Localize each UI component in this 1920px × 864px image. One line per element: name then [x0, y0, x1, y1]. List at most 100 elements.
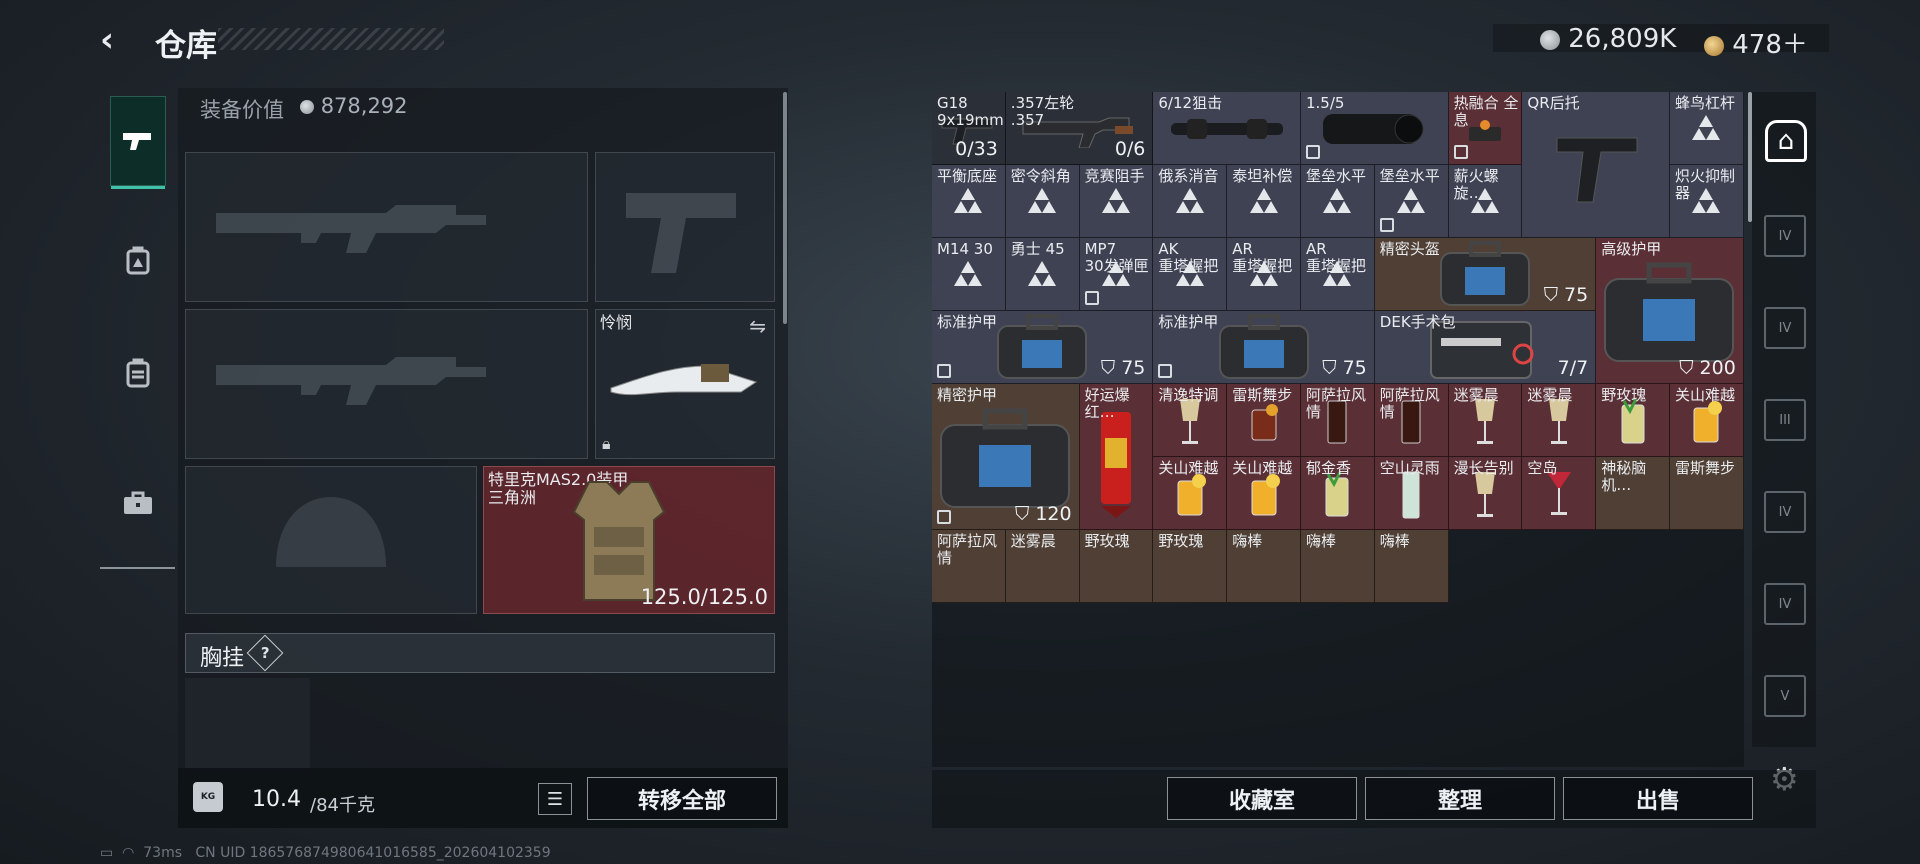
inventory-item[interactable]: 炽火抑制器 — [1670, 165, 1744, 238]
list-view-icon[interactable]: ☰ — [538, 783, 572, 815]
inventory-item[interactable]: 空山灵雨 — [1374, 457, 1449, 530]
item-name: .357左轮 .357 — [1010, 94, 1075, 129]
warehouse-grid[interactable]: G18 9x19mm 0/33 .357左轮 .357 0/6 6/12狙击 1.5/5 热… — [932, 92, 1744, 767]
inventory-item[interactable]: 关山难越 — [1670, 384, 1744, 457]
inventory-item[interactable]: DEK手术包 7/7 — [1374, 311, 1597, 384]
currency-silver[interactable]: 26,809K — [1540, 24, 1676, 54]
inventory-item[interactable]: 勇士 45 — [1005, 238, 1080, 311]
inventory-item[interactable]: 密令斜角 — [1005, 165, 1080, 238]
inventory-item[interactable]: 嗨棒 — [1301, 530, 1375, 603]
silver-coin-icon — [300, 100, 314, 114]
inventory-item[interactable]: 迷雾晨 — [1448, 384, 1523, 457]
no-insure-icon — [937, 364, 951, 378]
transfer-all-button[interactable]: 转移全部 — [587, 777, 777, 820]
inventory-item[interactable]: AR 重塔握把 — [1301, 238, 1375, 311]
inventory-item[interactable]: MP7 30发弹匣 — [1079, 238, 1154, 311]
inventory-item[interactable]: G18 9x19mm 0/33 — [932, 92, 1006, 165]
inventory-item[interactable]: 野玫瑰 — [1153, 530, 1228, 603]
inventory-item[interactable]: AK 重塔握把 — [1153, 238, 1228, 311]
inventory-item[interactable]: 神秘脑机… — [1596, 457, 1670, 530]
inventory-item[interactable]: 热融合 全息 — [1448, 92, 1523, 165]
collection-room-button[interactable]: 收藏室 — [1167, 777, 1357, 820]
inventory-item[interactable]: 雷斯舞步 — [1227, 384, 1301, 457]
item-count: 7/7 — [1557, 357, 1589, 379]
inventory-item[interactable]: M14 30 — [932, 238, 1006, 311]
storage-tab-6-icon[interactable]: V — [1764, 675, 1806, 717]
equipment-scrollbar[interactable] — [783, 92, 787, 324]
back-arrow-icon[interactable]: ‹ — [100, 22, 140, 58]
inventory-item[interactable]: 堡垒水平 — [1374, 165, 1449, 238]
swap-icon[interactable]: ⇋ — [749, 314, 766, 338]
inventory-item[interactable]: 郁金香 — [1301, 457, 1375, 530]
inventory-item[interactable]: 精密护甲 ⛉ 120 — [932, 384, 1080, 530]
inventory-item[interactable]: 关山难越 — [1227, 457, 1301, 530]
inventory-item[interactable]: 平衡底座 — [932, 165, 1006, 238]
inventory-item[interactable]: 迷雾晨 — [1522, 384, 1597, 457]
inventory-item[interactable]: 蜂鸟杠杆 — [1670, 92, 1744, 165]
attachment-icon — [1099, 188, 1133, 216]
storage-tab-main-icon[interactable]: ⌂ — [1765, 120, 1807, 162]
silver-coin-icon — [1540, 29, 1560, 50]
inventory-item[interactable]: 阿萨拉风情 — [1301, 384, 1375, 457]
inventory-item[interactable]: 俄系消音 — [1153, 165, 1228, 238]
shield-icon: ⛉ — [1100, 357, 1122, 379]
inventory-item[interactable]: 空岛 — [1522, 457, 1597, 530]
primary-weapon-slot[interactable] — [185, 152, 588, 302]
inventory-item[interactable]: 阿萨拉风情 — [1374, 384, 1449, 457]
inventory-item[interactable]: 标准护甲 ⛉ 75 — [1153, 311, 1375, 384]
inventory-item[interactable]: 清逸特调 — [1153, 384, 1228, 457]
pistol-slot[interactable] — [595, 152, 775, 302]
inventory-item[interactable]: 漫长告别 — [1448, 457, 1523, 530]
storage-tab-1-icon[interactable]: IV — [1764, 215, 1806, 257]
sell-button[interactable]: 出售 — [1563, 777, 1753, 820]
storage-tab-4-icon[interactable]: IV — [1764, 491, 1806, 533]
wifi-icon: ◠ — [122, 845, 135, 861]
inventory-item[interactable]: 关山难越 — [1153, 457, 1228, 530]
inventory-item[interactable]: QR后托 — [1522, 92, 1670, 238]
inventory-item[interactable]: 迷雾晨 — [1005, 530, 1080, 603]
inventory-item[interactable]: 精密头盔 ⛉ 75 — [1374, 238, 1597, 311]
inventory-item[interactable]: 堡垒水平 — [1301, 165, 1375, 238]
storage-tab-2-icon[interactable]: IV — [1764, 307, 1806, 349]
inventory-item[interactable]: 1.5/5 — [1301, 92, 1449, 165]
item-name: 漫长告别 — [1453, 459, 1514, 477]
storage-tab-5-icon[interactable]: IV — [1764, 583, 1806, 625]
sort-button[interactable]: 整理 — [1365, 777, 1555, 820]
inventory-item[interactable]: 6/12狙击 — [1153, 92, 1301, 165]
inventory-item[interactable]: 嗨棒 — [1227, 530, 1301, 603]
melee-name: 怜悯 — [600, 313, 633, 332]
armor-rating: ⛉ 120 — [1015, 503, 1072, 525]
inventory-item[interactable]: 雷斯舞步 — [1670, 457, 1744, 530]
secondary-weapon-slot[interactable] — [185, 309, 588, 459]
briefcase-icon[interactable] — [110, 458, 166, 548]
inventory-item[interactable]: 竞赛阻手 — [1079, 165, 1154, 238]
currency-gold[interactable]: 478＋ — [1704, 24, 1808, 61]
storage-tab-3-icon[interactable]: III — [1764, 399, 1806, 441]
inventory-item[interactable]: .357左轮 .357 0/6 — [1005, 92, 1154, 165]
inventory-item[interactable]: 好运爆红… — [1079, 384, 1154, 530]
inventory-item[interactable]: 高级护甲 ⛉ 200 — [1596, 238, 1744, 384]
inventory-item[interactable]: AR 重塔握把 — [1227, 238, 1301, 311]
inventory-item[interactable]: 阿萨拉风情 — [932, 530, 1006, 603]
inventory-item[interactable]: 野玫瑰 — [1596, 384, 1670, 457]
armor-rating: ⛉ 75 — [1544, 284, 1588, 306]
inventory-item[interactable]: 野玫瑰 — [1079, 530, 1154, 603]
attachment-icon — [1394, 188, 1428, 216]
item-image — [1688, 398, 1724, 450]
chest-rig-slot[interactable] — [185, 678, 310, 774]
inventory-item[interactable]: 薪火螺旋… — [1448, 165, 1523, 238]
inventory-item[interactable]: 嗨棒 — [1374, 530, 1449, 603]
uid: CN UID 1865768749806410165​85_2026041023… — [195, 845, 551, 861]
inventory-item[interactable]: 泰坦补偿 — [1227, 165, 1301, 238]
item-name: 雷斯舞步 — [1232, 386, 1293, 404]
inventory-item[interactable]: 标准护甲 ⛉ 75 — [932, 311, 1154, 384]
melee-slot[interactable]: 怜悯 ⇋ 🔒︎ — [595, 309, 775, 459]
backpack-armor-icon[interactable] — [110, 216, 166, 306]
pistol-icon[interactable] — [110, 96, 166, 189]
armor-slot[interactable]: 特里克MAS2.0装甲 三角洲 125.0/125.0 — [483, 466, 775, 614]
no-insure-icon — [1453, 145, 1468, 159]
item-name: 泰坦补偿 — [1232, 167, 1293, 185]
backpack-icon[interactable] — [110, 328, 166, 418]
helmet-slot[interactable] — [185, 466, 477, 614]
ping: 73ms — [143, 845, 183, 861]
